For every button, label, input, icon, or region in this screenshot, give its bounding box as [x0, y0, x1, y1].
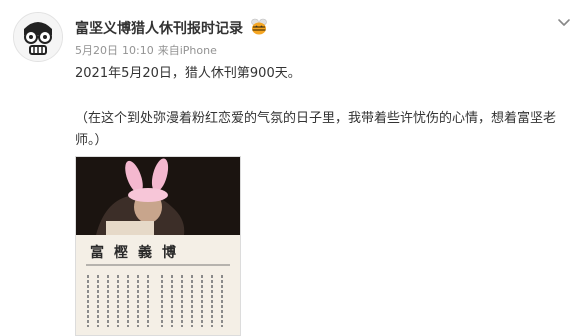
source-prefix: 来自	[157, 44, 180, 57]
post-time: 10:10	[122, 44, 154, 57]
post-date-link[interactable]: 5月20日	[75, 44, 118, 57]
avatar[interactable]	[13, 12, 63, 62]
vip-bee-badge-icon[interactable]	[250, 18, 268, 35]
post-text-paragraph: （在这个到处弥漫着粉红恋爱的气氛的日子里，我带着些许忧伤的心情，想着富坚老师。）	[75, 111, 557, 148]
post-meta: 5月20日 10:10 来自iPhone	[75, 42, 217, 58]
user-name-link[interactable]: 富坚义博猎人休刊报时记录	[75, 18, 243, 38]
photo-caption-name: 富樫義博	[90, 244, 186, 261]
cartoon-face-icon	[14, 13, 62, 61]
chevron-down-icon[interactable]	[556, 14, 572, 30]
post-image[interactable]: 富樫義博	[75, 156, 241, 336]
source-device: iPhone	[179, 44, 217, 57]
post-text-line: 2021年5月20日，猎人休刊第900天。	[75, 66, 301, 81]
